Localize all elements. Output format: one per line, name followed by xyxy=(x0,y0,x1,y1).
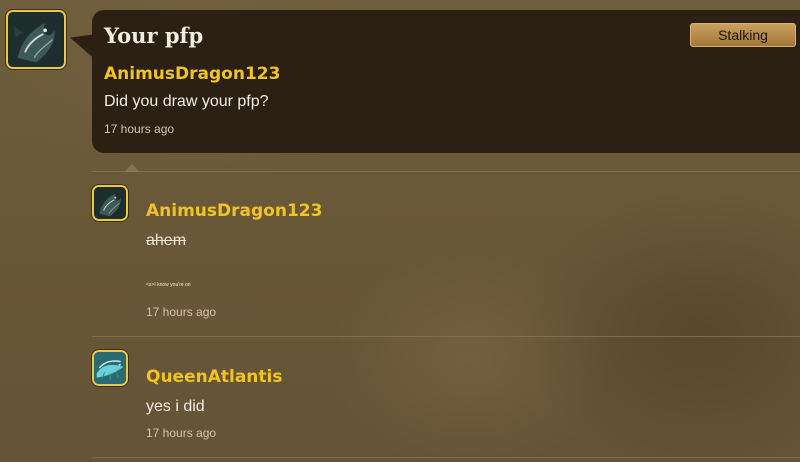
divider xyxy=(92,171,800,172)
comment-author-avatar[interactable] xyxy=(92,185,128,221)
comment-small-text: <s>I know you're on xyxy=(146,282,191,288)
post-message: Did you draw your pfp? xyxy=(104,93,269,110)
comment-author-name[interactable]: AnimusDragon123 xyxy=(146,201,322,221)
divider xyxy=(92,457,800,458)
post-author-avatar[interactable] xyxy=(6,10,66,69)
comment-timestamp: 17 hours ago xyxy=(146,426,217,440)
comment-author-avatar[interactable] xyxy=(92,350,128,386)
comment-timestamp: 17 hours ago xyxy=(146,305,217,319)
comment-message: ahem xyxy=(146,232,187,249)
teal-creature-avatar-icon xyxy=(94,352,126,384)
post-author-name[interactable]: AnimusDragon123 xyxy=(104,64,280,84)
post-timestamp: 17 hours ago xyxy=(104,122,175,136)
dragon-avatar-icon xyxy=(8,12,64,67)
comment-author-name[interactable]: QueenAtlantis xyxy=(146,367,282,387)
comment-message: yes i did xyxy=(146,398,205,415)
post-title: Your pfp xyxy=(104,23,204,48)
divider xyxy=(92,336,800,337)
dragon-avatar-icon xyxy=(94,187,126,219)
stalking-button[interactable]: Stalking xyxy=(690,23,796,47)
